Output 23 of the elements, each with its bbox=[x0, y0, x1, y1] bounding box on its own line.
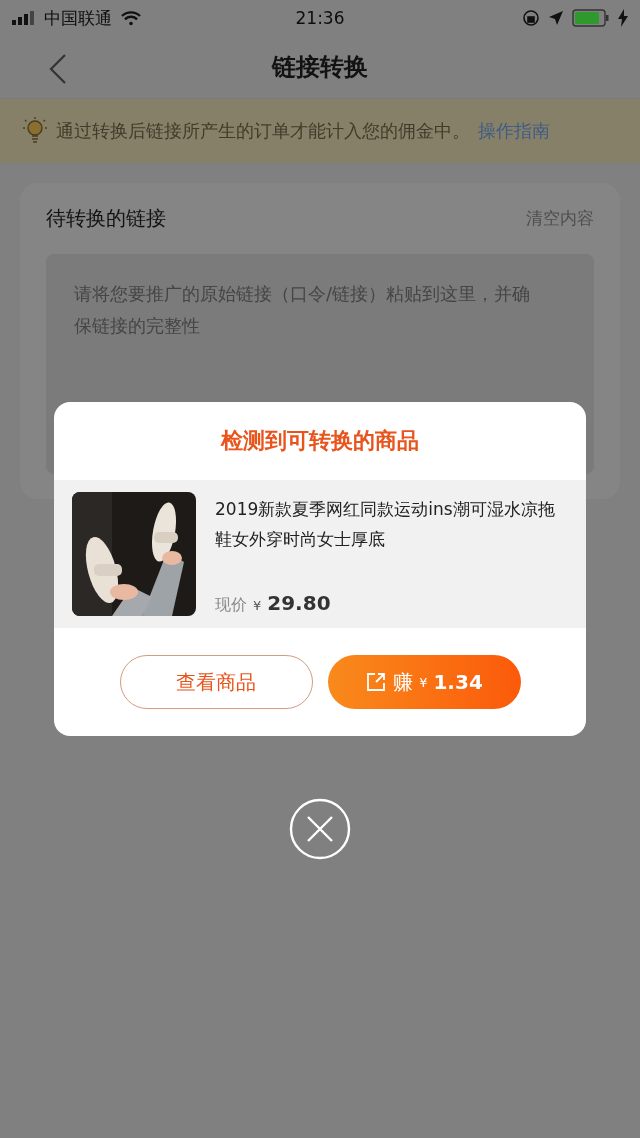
share-icon bbox=[365, 671, 388, 693]
view-product-button[interactable]: 查看商品 bbox=[119, 655, 313, 709]
close-icon[interactable] bbox=[289, 798, 351, 860]
dialog-title: 检测到可转换的商品 bbox=[219, 427, 420, 455]
wifi-icon bbox=[120, 10, 142, 26]
guide-link[interactable]: 操作指南 bbox=[478, 119, 550, 143]
product-price: 29.80 bbox=[267, 591, 331, 615]
card-title: 待转换的链接 bbox=[46, 205, 166, 232]
carrier-name: 中国联通 bbox=[44, 6, 112, 30]
earn-button[interactable]: 赚 ¥ 1.34 bbox=[327, 655, 521, 709]
lightbulb-icon bbox=[22, 116, 48, 146]
currency-sign: ¥ bbox=[253, 598, 262, 613]
location-icon bbox=[548, 10, 564, 26]
clock-time: 21:36 bbox=[295, 8, 345, 28]
charging-icon bbox=[618, 9, 628, 27]
battery-icon bbox=[572, 9, 610, 27]
product-name: 2019新款夏季网红同款运动ins潮可湿水凉拖鞋女外穿时尚女士厚底 bbox=[215, 498, 556, 551]
price-label: 现价 bbox=[215, 595, 247, 616]
page-title: 链接转换 bbox=[272, 52, 368, 83]
back-icon[interactable] bbox=[48, 53, 68, 85]
notice-text: 通过转换后链接所产生的订单才能计入您的佣金中。 bbox=[56, 119, 470, 143]
rotation-lock-icon bbox=[522, 9, 540, 27]
signal-icon bbox=[12, 11, 36, 25]
